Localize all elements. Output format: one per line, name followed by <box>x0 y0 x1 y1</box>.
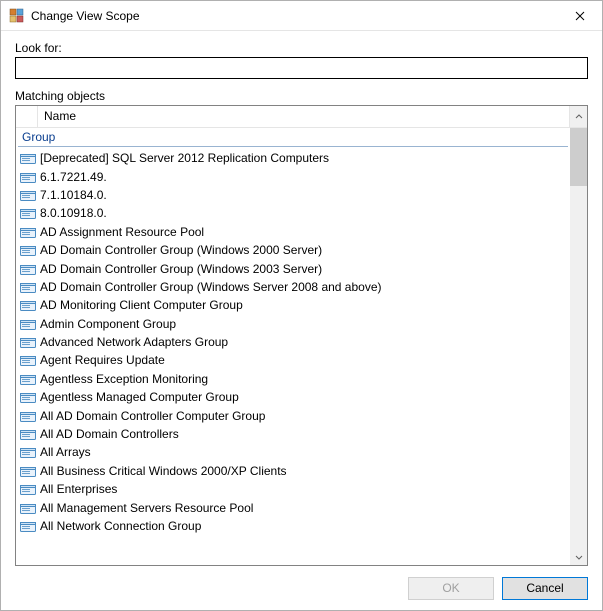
list-item-label: [Deprecated] SQL Server 2012 Replication… <box>40 151 329 165</box>
name-column-header[interactable]: Name <box>38 106 570 127</box>
list-item-label: Agent Requires Update <box>40 353 165 367</box>
list-item[interactable]: Agent Requires Update <box>16 351 570 369</box>
vertical-scrollbar[interactable] <box>570 128 587 565</box>
checkbox-column-header[interactable] <box>16 106 38 127</box>
group-icon <box>20 243 36 257</box>
group-icon <box>20 317 36 331</box>
list-rows: Group [Deprecated] SQL Server 2012 Repli… <box>16 128 570 565</box>
group-icon <box>20 225 36 239</box>
group-icon <box>20 188 36 202</box>
dialog-content: Look for: Matching objects Name Group [D… <box>1 31 602 566</box>
look-for-label: Look for: <box>15 41 588 55</box>
list-item[interactable]: [Deprecated] SQL Server 2012 Replication… <box>16 149 570 167</box>
list-item-label: Admin Component Group <box>40 317 176 331</box>
list-item[interactable]: AD Domain Controller Group (Windows 2000… <box>16 241 570 259</box>
list-item[interactable]: 8.0.10918.0. <box>16 204 570 222</box>
scroll-down-button[interactable] <box>570 548 587 565</box>
list-item-label: All AD Domain Controller Computer Group <box>40 409 265 423</box>
group-icon <box>20 427 36 441</box>
group-icon <box>20 298 36 312</box>
chevron-up-icon <box>575 113 583 121</box>
titlebar: Change View Scope <box>1 1 602 31</box>
group-icon <box>20 390 36 404</box>
close-icon <box>575 11 585 21</box>
group-icon <box>20 353 36 367</box>
list-item[interactable]: AD Monitoring Client Computer Group <box>16 296 570 314</box>
list-item[interactable]: Advanced Network Adapters Group <box>16 333 570 351</box>
ok-button: OK <box>408 577 494 600</box>
list-item-label: Agentless Exception Monitoring <box>40 372 208 386</box>
group-icon <box>20 206 36 220</box>
chevron-down-icon <box>575 553 583 561</box>
matching-objects-list: Name Group [Deprecated] SQL Server 2012 … <box>15 105 588 566</box>
dialog-footer: OK Cancel <box>1 566 602 610</box>
list-item-label: 7.1.10184.0. <box>40 188 107 202</box>
list-item[interactable]: AD Domain Controller Group (Windows 2003… <box>16 259 570 277</box>
group-icon <box>20 409 36 423</box>
list-item-label: Advanced Network Adapters Group <box>40 335 228 349</box>
list-item[interactable]: AD Domain Controller Group (Windows Serv… <box>16 278 570 296</box>
list-item[interactable]: All AD Domain Controllers <box>16 425 570 443</box>
group-header[interactable]: Group <box>18 128 568 147</box>
list-item[interactable]: Agentless Managed Computer Group <box>16 388 570 406</box>
scrollbar-thumb[interactable] <box>570 128 587 186</box>
list-item-label: AD Domain Controller Group (Windows 2000… <box>40 243 322 257</box>
group-icon <box>20 464 36 478</box>
list-body: Group [Deprecated] SQL Server 2012 Repli… <box>16 128 587 565</box>
list-item[interactable]: All AD Domain Controller Computer Group <box>16 406 570 424</box>
app-icon <box>9 8 25 24</box>
cancel-button[interactable]: Cancel <box>502 577 588 600</box>
group-icon <box>20 262 36 276</box>
list-item[interactable]: All Management Servers Resource Pool <box>16 498 570 516</box>
group-icon <box>20 372 36 386</box>
list-item[interactable]: 7.1.10184.0. <box>16 186 570 204</box>
list-item[interactable]: Admin Component Group <box>16 315 570 333</box>
group-icon <box>20 151 36 165</box>
list-item-label: All Management Servers Resource Pool <box>40 501 253 515</box>
list-item-label: All Business Critical Windows 2000/XP Cl… <box>40 464 287 478</box>
list-item-label: AD Monitoring Client Computer Group <box>40 298 243 312</box>
list-item-label: All Enterprises <box>40 482 117 496</box>
group-icon <box>20 519 36 533</box>
list-item-label: AD Domain Controller Group (Windows 2003… <box>40 262 322 276</box>
window-title: Change View Scope <box>31 9 557 23</box>
list-item[interactable]: Agentless Exception Monitoring <box>16 370 570 388</box>
list-item-label: AD Domain Controller Group (Windows Serv… <box>40 280 382 294</box>
group-icon <box>20 280 36 294</box>
list-item-label: 8.0.10918.0. <box>40 206 107 220</box>
dialog-window: Change View Scope Look for: Matching obj… <box>0 0 603 611</box>
list-item-label: All Arrays <box>40 445 91 459</box>
group-icon <box>20 170 36 184</box>
close-button[interactable] <box>557 1 602 30</box>
list-item[interactable]: AD Assignment Resource Pool <box>16 223 570 241</box>
scroll-up-button[interactable] <box>570 106 587 127</box>
list-item-label: 6.1.7221.49. <box>40 170 107 184</box>
list-item[interactable]: All Business Critical Windows 2000/XP Cl… <box>16 462 570 480</box>
group-icon <box>20 335 36 349</box>
group-icon <box>20 501 36 515</box>
list-item-label: All AD Domain Controllers <box>40 427 179 441</box>
list-item[interactable]: All Network Connection Group <box>16 517 570 535</box>
list-item[interactable]: 6.1.7221.49. <box>16 167 570 185</box>
list-item-label: AD Assignment Resource Pool <box>40 225 204 239</box>
group-icon <box>20 445 36 459</box>
list-header: Name <box>16 106 587 128</box>
list-item-label: Agentless Managed Computer Group <box>40 390 239 404</box>
list-item[interactable]: All Enterprises <box>16 480 570 498</box>
look-for-input[interactable] <box>15 57 588 79</box>
list-item[interactable]: All Arrays <box>16 443 570 461</box>
list-item-label: All Network Connection Group <box>40 519 201 533</box>
matching-objects-label: Matching objects <box>15 89 588 103</box>
group-icon <box>20 482 36 496</box>
